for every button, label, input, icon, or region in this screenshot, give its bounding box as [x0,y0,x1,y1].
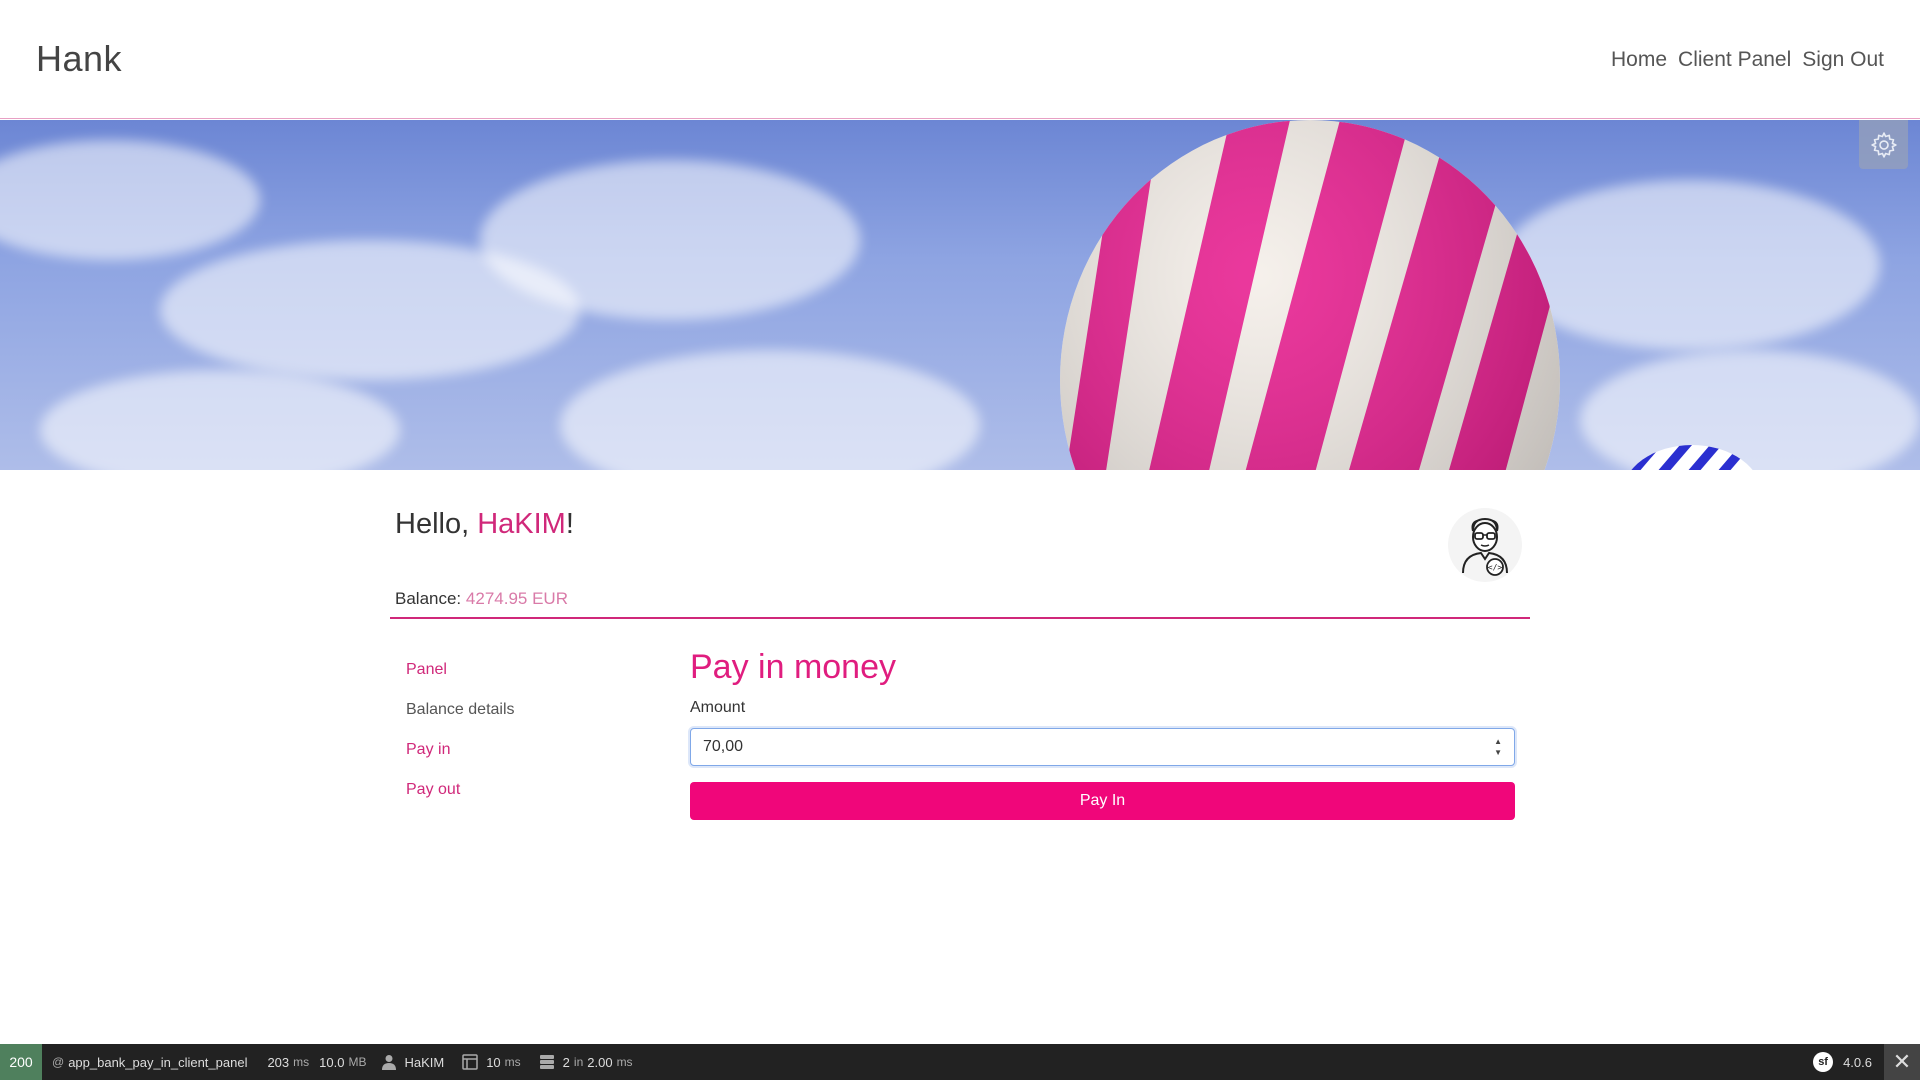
amount-input[interactable] [691,729,1471,765]
greeting-suffix: ! [565,508,574,540]
symfony-logo-icon: sf [1813,1052,1834,1072]
db-in-label: in [573,1055,584,1069]
pay-in-form: Pay in money Amount ▲ ▼ Pay In [690,648,1515,820]
memory-value: 10.0 [319,1054,345,1070]
route-name: app_bank_pay_in_client_panel [68,1054,248,1070]
form-title: Pay in money [690,648,896,686]
amount-stepper[interactable]: ▲ ▼ [1494,738,1502,757]
database-queries[interactable]: 2 in 2.00 ms [539,1054,633,1070]
security-user[interactable]: HaKIM [382,1054,444,1070]
hero-banner [0,120,1920,470]
brand-logo[interactable]: Hank [36,38,122,80]
nav-sign-out[interactable]: Sign Out [1802,48,1884,72]
greeting: Hello, HaKIM! [395,508,574,541]
toolbar-right: sf 4.0.6 ✕ [1803,1044,1920,1080]
avatar: </> [1448,508,1522,582]
balance-value: 4274.95 EUR [465,589,568,608]
stepper-up-icon[interactable]: ▲ [1494,738,1502,746]
memory-usage[interactable]: 10.0 MB [319,1055,366,1070]
balance: Balance: 4274.95 EUR [395,589,568,609]
render-value: 10 [486,1054,501,1070]
gear-icon [1870,131,1897,158]
top-navbar: Hank Home Client Panel Sign Out [0,0,1920,119]
close-icon[interactable]: ✕ [1884,1044,1920,1080]
sidebar-item-pay-in[interactable]: Pay in [406,740,666,780]
sidebar-menu: Panel Balance details Pay in Pay out [406,660,666,820]
amount-field: ▲ ▼ [690,728,1515,766]
amount-label: Amount [690,699,746,716]
time-unit: ms [293,1055,310,1069]
render-unit: ms [504,1055,521,1069]
pay-in-button[interactable]: Pay In [690,782,1515,820]
security-username: HaKIM [404,1054,445,1070]
svg-text:</>: </> [1488,563,1503,572]
nav-client-panel[interactable]: Client Panel [1678,48,1791,72]
status-code-badge[interactable]: 200 [0,1044,42,1080]
time-value: 203 [267,1054,290,1070]
symfony-debug-toolbar: 200 @ app_bank_pay_in_client_panel 203 m… [0,1044,1920,1080]
db-queries-count: 2 [562,1054,570,1070]
database-icon [539,1055,554,1069]
template-icon [462,1054,478,1070]
user-icon [382,1055,397,1070]
settings-button[interactable] [1859,120,1908,169]
route-info[interactable]: @ app_bank_pay_in_client_panel [52,1055,247,1070]
balloon-illustration [1060,120,1762,470]
twig-render[interactable]: 10 ms [462,1054,521,1070]
developer-avatar-icon: </> [1462,517,1508,576]
symfony-version[interactable]: sf 4.0.6 [1813,1052,1872,1072]
nav-home[interactable]: Home [1611,48,1667,72]
request-time[interactable]: 203 ms [267,1055,309,1070]
greeting-prefix: Hello, [395,508,478,540]
divider [390,617,1530,619]
main-nav: Home Client Panel Sign Out [1611,48,1884,72]
db-time-value: 2.00 [587,1054,613,1070]
balance-label: Balance: [395,589,462,608]
version-text: 4.0.6 [1843,1054,1872,1070]
sidebar-item-balance-details[interactable]: Balance details [406,700,666,740]
stepper-down-icon[interactable]: ▼ [1494,749,1502,757]
db-time-unit: ms [616,1055,633,1069]
greeting-username: HaKIM [477,508,566,540]
sidebar-item-panel[interactable]: Panel [406,660,666,700]
sidebar-item-pay-out[interactable]: Pay out [406,780,666,820]
memory-unit: MB [348,1055,367,1069]
at-icon: @ [52,1055,65,1069]
